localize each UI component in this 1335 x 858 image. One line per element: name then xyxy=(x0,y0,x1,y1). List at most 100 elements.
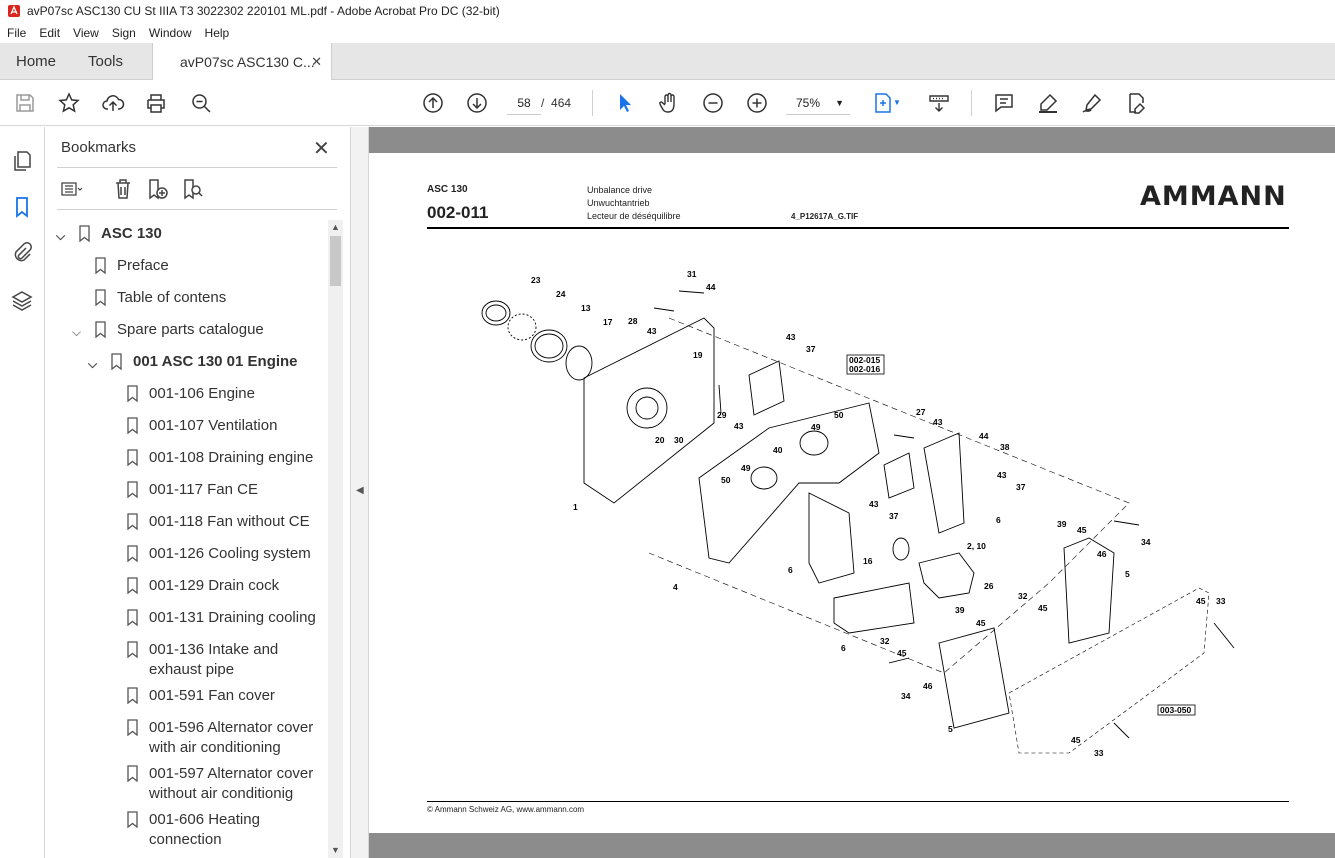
scroll-down-icon[interactable]: ▼ xyxy=(331,845,340,855)
star-icon[interactable] xyxy=(57,91,81,115)
tab-close-icon[interactable]: ✕ xyxy=(311,54,322,70)
search-zoom-icon[interactable] xyxy=(189,91,213,115)
svg-text:26: 26 xyxy=(984,581,994,591)
svg-text:32: 32 xyxy=(1018,591,1028,601)
svg-text:43: 43 xyxy=(786,332,796,342)
bookmarks-scrollbar[interactable]: ▲ ▼ xyxy=(328,220,343,858)
svg-text:46: 46 xyxy=(1097,549,1107,559)
bookmark-label-line2: without air conditionig xyxy=(149,785,294,802)
menu-edit[interactable]: Edit xyxy=(32,26,66,40)
hand-tool-icon[interactable] xyxy=(657,91,681,115)
bookmark-icon xyxy=(127,765,138,782)
zoom-out-icon[interactable] xyxy=(701,91,725,115)
svg-text:24: 24 xyxy=(556,289,566,299)
bookmark-label: 001-131 Draining cooling xyxy=(149,609,316,626)
svg-text:6: 6 xyxy=(841,643,846,653)
layers-icon[interactable] xyxy=(10,289,34,313)
menu-window[interactable]: Window xyxy=(142,26,198,40)
bookmark-label: 001-118 Fan without CE xyxy=(149,513,310,530)
chevron-down-icon[interactable]: ⌵ xyxy=(88,354,97,374)
next-page-icon[interactable] xyxy=(465,91,489,115)
svg-text:30: 30 xyxy=(674,435,684,445)
svg-text:32: 32 xyxy=(880,636,890,646)
svg-text:16: 16 xyxy=(863,556,873,566)
panel-splitter[interactable]: ◀ xyxy=(351,127,369,858)
attachments-icon[interactable] xyxy=(10,241,34,265)
bookmark-icon xyxy=(127,417,138,434)
svg-text:33: 33 xyxy=(1094,748,1104,758)
bookmark-label: 001-108 Draining engine xyxy=(149,449,314,466)
svg-text:39: 39 xyxy=(955,605,965,615)
svg-text:29: 29 xyxy=(717,410,727,420)
panel-divider xyxy=(57,209,337,210)
menu-bar: File Edit View Sign Window Help xyxy=(0,22,1335,43)
bookmark-label: 001 ASC 130 01 Engine xyxy=(133,353,298,370)
svg-text:49: 49 xyxy=(741,463,751,473)
tab-tools[interactable]: Tools xyxy=(88,43,123,80)
select-cursor-icon[interactable] xyxy=(613,91,637,115)
scroll-up-icon[interactable]: ▲ xyxy=(331,222,340,232)
find-bookmark-icon[interactable] xyxy=(180,177,204,201)
menu-file[interactable]: File xyxy=(0,26,32,40)
bookmark-label-line2: with air conditioning xyxy=(149,739,281,756)
bookmark-label: 001-596 Alternator cover xyxy=(149,719,314,736)
page-number-input[interactable]: 58 xyxy=(507,91,541,115)
scroll-mode-icon[interactable] xyxy=(927,91,951,115)
bookmark-label: ASC 130 xyxy=(101,225,162,242)
main-toolbar: 58 / 464 75% ▼ ▼ xyxy=(0,80,1335,126)
zoom-level-select[interactable]: 75% ▼ xyxy=(786,91,850,115)
svg-text:38: 38 xyxy=(1000,442,1010,452)
chevron-down-icon[interactable]: ⌵ xyxy=(72,322,81,342)
tab-document[interactable]: avP07sc ASC130 C... ✕ xyxy=(152,43,332,81)
fit-page-icon[interactable] xyxy=(871,91,895,115)
delete-bookmark-icon[interactable] xyxy=(111,177,135,201)
svg-text:34: 34 xyxy=(901,691,911,701)
draw-sign-icon[interactable] xyxy=(1080,91,1104,115)
menu-help[interactable]: Help xyxy=(198,26,236,40)
tab-document-label: avP07sc ASC130 C... xyxy=(180,54,315,70)
bookmark-icon xyxy=(127,385,138,402)
bookmark-icon xyxy=(127,513,138,530)
bookmark-icon xyxy=(127,811,138,828)
svg-text:45: 45 xyxy=(1196,596,1206,606)
menu-view[interactable]: View xyxy=(66,26,105,40)
exploded-parts-drawing: 23 24 13 17 31 44 28 43 19 20 30 29 43 37 43 1 27 43 5… xyxy=(481,269,1235,758)
document-viewport[interactable]: ASC 130 002-011 Unbalance drive Unwuchta… xyxy=(369,127,1335,858)
save-icon[interactable] xyxy=(13,91,37,115)
page-footer: © Ammann Schweiz AG, www.ammann.com xyxy=(427,805,585,814)
bookmark-icon xyxy=(95,289,106,306)
bookmark-icon xyxy=(127,577,138,594)
collapse-panel-icon[interactable]: ◀ xyxy=(356,485,364,496)
acrobat-app-icon xyxy=(8,5,20,17)
svg-text:19: 19 xyxy=(693,350,703,360)
edit-document-icon[interactable] xyxy=(1124,91,1148,115)
svg-text:23: 23 xyxy=(531,275,541,285)
bookmark-icon xyxy=(79,225,90,242)
comment-icon[interactable] xyxy=(992,91,1016,115)
svg-text:43: 43 xyxy=(933,417,943,427)
upload-cloud-icon[interactable] xyxy=(101,91,125,115)
menu-sign[interactable]: Sign xyxy=(105,26,142,40)
bookmark-label: Preface xyxy=(117,257,169,274)
zoom-in-icon[interactable] xyxy=(745,91,769,115)
fit-dropdown-icon[interactable]: ▼ xyxy=(893,98,903,108)
svg-text:43: 43 xyxy=(734,421,744,431)
zoom-level-value: 75% xyxy=(796,96,821,110)
pdf-page: ASC 130 002-011 Unbalance drive Unwuchta… xyxy=(369,153,1335,833)
svg-text:43: 43 xyxy=(647,326,657,336)
tab-home[interactable]: Home xyxy=(16,43,56,80)
bookmark-icon xyxy=(111,353,122,370)
previous-page-icon[interactable] xyxy=(421,91,445,115)
new-bookmark-icon[interactable] xyxy=(145,177,169,201)
options-menu-icon[interactable] xyxy=(59,177,83,201)
bookmarks-icon[interactable] xyxy=(10,195,34,219)
highlight-pen-icon[interactable] xyxy=(1036,91,1060,115)
bookmark-label-line2: connection xyxy=(149,831,222,848)
svg-text:33: 33 xyxy=(1216,596,1226,606)
page-thumbnails-icon[interactable] xyxy=(10,149,34,173)
bookmark-icon xyxy=(127,687,138,704)
close-panel-icon[interactable]: ✕ xyxy=(313,136,330,161)
print-icon[interactable] xyxy=(144,91,168,115)
chevron-down-icon[interactable]: ⌵ xyxy=(56,226,65,246)
scrollbar-thumb[interactable] xyxy=(330,236,341,286)
